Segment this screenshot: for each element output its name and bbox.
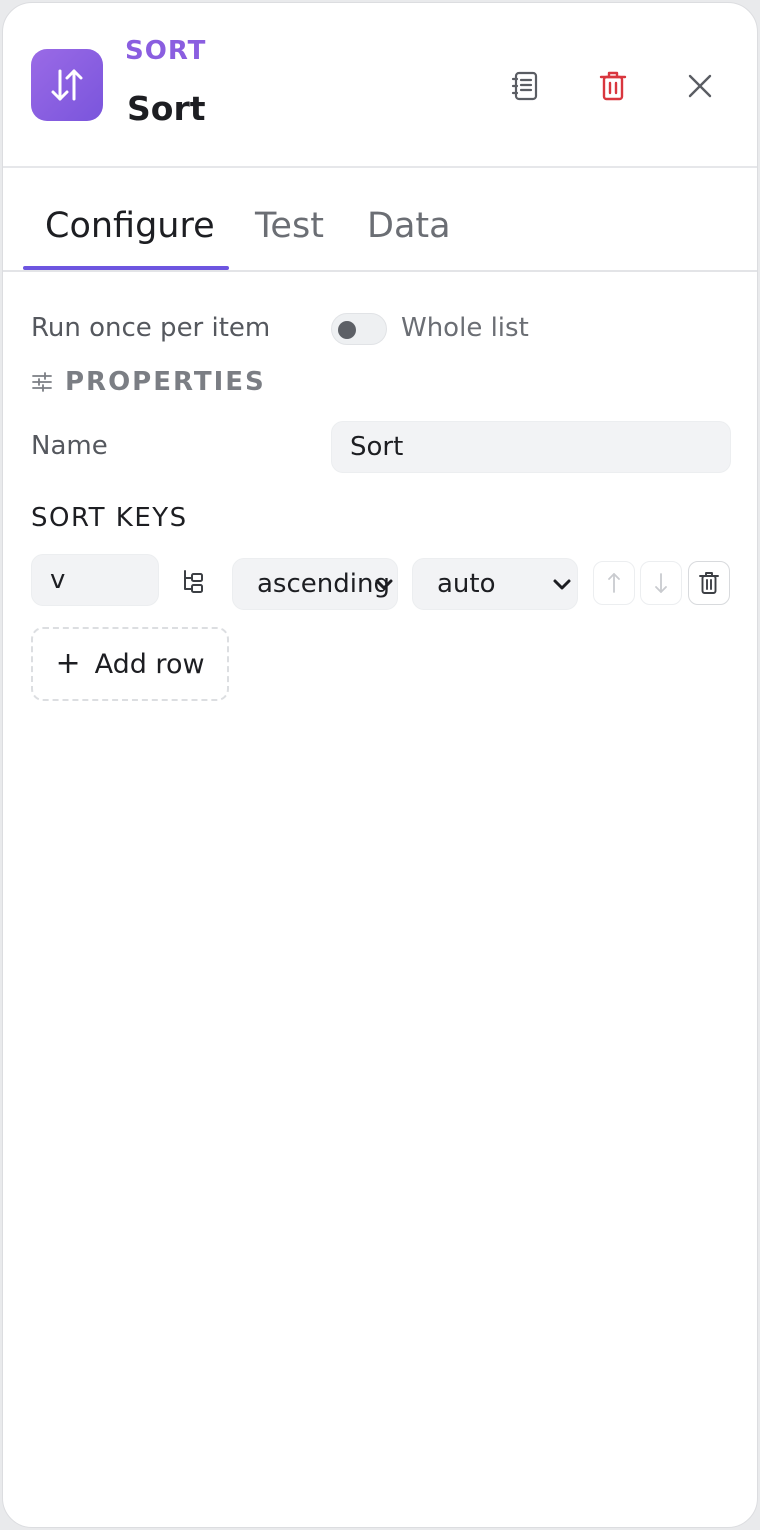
tab-data[interactable]: Data [367,206,451,246]
docs-icon [511,71,538,101]
sort-arrows-icon [31,49,103,121]
sliders-icon [32,372,52,392]
chevron-down-icon [553,579,571,590]
node-title: Sort [127,89,206,128]
remove-row-button[interactable] [688,561,730,605]
name-label: Name [31,431,108,461]
properties-title: PROPERTIES [65,367,266,397]
panel-header: SORT Sort [3,3,757,168]
run-mode-toggle[interactable] [331,313,387,345]
move-up-button[interactable] [593,561,635,605]
chevron-down-icon [375,579,393,590]
tab-configure[interactable]: Configure [45,206,215,246]
sort-mode-value: auto [437,569,496,599]
tab-test[interactable]: Test [255,206,324,246]
name-input[interactable]: Sort [331,421,731,473]
delete-node-button[interactable] [590,63,636,109]
sort-mode-select[interactable]: auto [412,558,578,610]
arrow-up-icon [608,573,620,593]
close-icon [688,74,712,98]
active-tab-indicator [23,266,229,270]
close-button[interactable] [677,63,723,109]
node-settings-panel: SORT Sort Configure Test Data Run once p… [2,2,758,1528]
toggle-label: Whole list [401,313,529,343]
trash-icon [699,572,719,594]
sort-key-input[interactable]: v [31,554,159,606]
docs-button[interactable] [503,63,549,109]
add-row-button[interactable]: + Add row [31,627,229,701]
run-mode-label: Run once per item [31,313,271,343]
tree-picker-icon [184,570,203,593]
node-type-label: SORT [125,36,207,66]
sort-order-select[interactable]: ascending [232,558,398,610]
move-down-button[interactable] [640,561,682,605]
add-row-label: Add row [94,648,205,680]
plus-icon: + [55,646,81,681]
toggle-knob [338,321,356,339]
tab-bar: Configure Test Data [3,170,757,272]
sort-keys-title: SORT KEYS [31,503,188,533]
properties-heading: PROPERTIES [31,367,266,397]
trash-icon [599,71,627,101]
tree-picker-button[interactable] [175,563,213,601]
arrow-down-icon [655,573,667,593]
sort-order-value: ascending [257,569,390,599]
